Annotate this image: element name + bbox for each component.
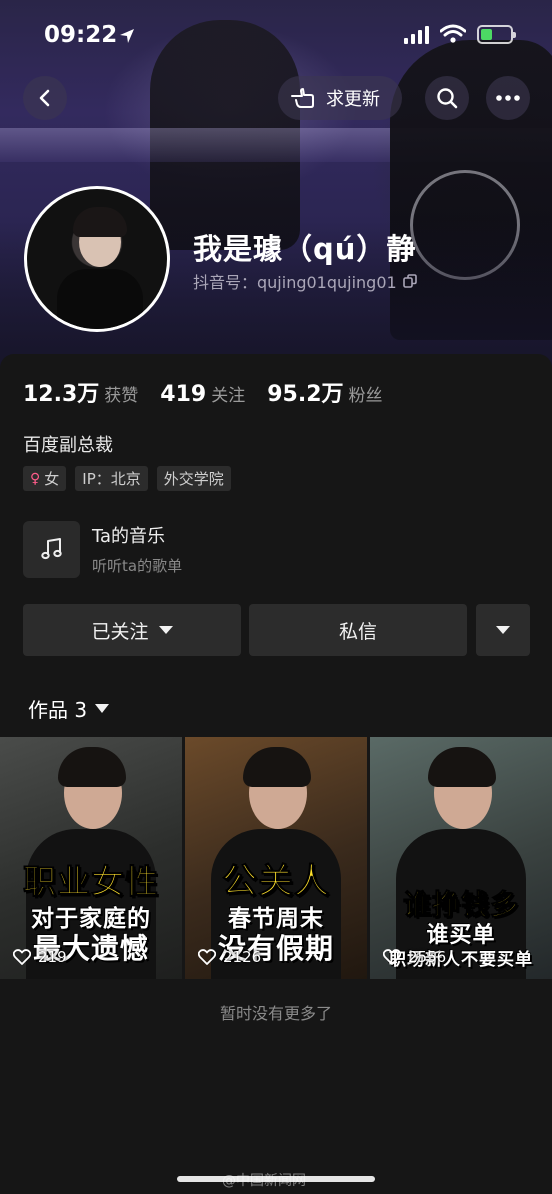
- message-button[interactable]: 私信: [249, 604, 467, 656]
- heart-icon: [383, 949, 401, 965]
- profile-tags: ♀ 女 IP：北京 外交学院: [23, 466, 231, 491]
- profile-stats: 12.3万 获赞 419 关注 95.2万 粉丝: [23, 376, 405, 408]
- video-thumbnail[interactable]: 公关人 春节周末 没有假期 2126: [185, 737, 367, 979]
- likes-count: 2556: [408, 948, 447, 966]
- chevron-left-icon: [39, 89, 50, 107]
- search-icon: [437, 88, 458, 109]
- pointing-hand-icon: [291, 88, 314, 108]
- video-thumbnail[interactable]: 职业女性 对于家庭的 最大遗憾 219: [0, 737, 182, 979]
- caret-down-icon: [95, 704, 110, 713]
- stat-label: 关注: [211, 386, 246, 406]
- stat-value: 419: [160, 382, 207, 407]
- top-bar: 求更新: [0, 76, 552, 120]
- watermark: @中国新闻网: [222, 1173, 306, 1189]
- no-more-text: 暂时没有更多了: [219, 1004, 332, 1023]
- stat-label: 获赞: [104, 386, 139, 406]
- request-update-label: 求更新: [326, 89, 380, 110]
- video-caption: 职业女性: [23, 862, 159, 902]
- video-thumbnail[interactable]: 谁挣钱多 谁买单 职场新人不要买单 2556: [370, 737, 552, 979]
- profile-bio: 百度副总裁: [23, 435, 113, 456]
- stat-followers[interactable]: 95.2万 粉丝: [267, 376, 382, 408]
- video-likes: 2556: [383, 948, 446, 966]
- video-caption: 公关人: [221, 862, 330, 903]
- music-note-icon: [23, 520, 80, 578]
- video-likes: 2126: [198, 948, 261, 966]
- stat-following[interactable]: 419 关注: [160, 381, 245, 407]
- message-label: 私信: [338, 620, 377, 643]
- stat-value: 95.2万: [267, 382, 344, 407]
- music-title: Ta的音乐: [92, 526, 166, 547]
- likes-count: 2126: [223, 948, 262, 966]
- search-button[interactable]: [425, 76, 469, 120]
- profile-name: 我是璩（qú）静: [193, 232, 417, 266]
- school-tag[interactable]: 外交学院: [156, 466, 231, 491]
- profile-panel: 12.3万 获赞 419 关注 95.2万 粉丝 百度副总裁 ♀ 女 IP：北京…: [0, 354, 552, 1194]
- douyin-id[interactable]: 抖音号：qujing01qujing01: [193, 269, 417, 293]
- ip-tag: IP：北京: [75, 466, 148, 491]
- tab-works[interactable]: 作品 3: [28, 694, 110, 723]
- following-label: 已关注: [91, 620, 149, 643]
- copy-icon[interactable]: [402, 274, 417, 288]
- stat-label: 粉丝: [348, 386, 383, 406]
- action-buttons: 已关注 私信: [23, 604, 530, 656]
- douyin-id-label: 抖音号：qujing01qujing01: [193, 273, 397, 292]
- music-entry[interactable]: Ta的音乐 听听ta的歌单: [23, 520, 283, 578]
- battery-charging-icon: [477, 25, 516, 44]
- heart-icon: [198, 949, 216, 965]
- caret-down-icon: [158, 626, 173, 634]
- works-tab-label: 作品 3: [28, 698, 88, 722]
- cellular-signal-icon: [404, 26, 429, 44]
- works-grid: 职业女性 对于家庭的 最大遗憾 219 公关人 春节周末 没有假期 2126 谁…: [0, 737, 552, 979]
- status-bar: 09:22: [0, 22, 552, 54]
- recommend-dropdown-button[interactable]: [476, 604, 530, 656]
- request-update-button[interactable]: 求更新: [278, 76, 402, 120]
- stat-likes: 12.3万 获赞: [23, 376, 138, 408]
- more-dots-icon: [496, 95, 520, 101]
- wifi-icon: [439, 24, 467, 48]
- female-icon: ♀: [30, 470, 41, 487]
- following-button[interactable]: 已关注: [23, 604, 241, 656]
- gender-label: 女: [44, 470, 60, 488]
- status-time: 09:22: [44, 22, 118, 48]
- gender-tag: ♀ 女: [23, 466, 67, 491]
- music-subtitle: 听听ta的歌单: [92, 557, 183, 575]
- more-button[interactable]: [486, 76, 530, 120]
- heart-icon: [13, 949, 31, 965]
- back-button[interactable]: [23, 76, 67, 120]
- avatar[interactable]: [24, 186, 170, 332]
- caret-down-icon: [496, 626, 510, 634]
- likes-count: 219: [38, 948, 67, 966]
- location-arrow-icon: [118, 27, 136, 49]
- video-likes: 219: [13, 948, 67, 966]
- stat-value: 12.3万: [23, 382, 100, 407]
